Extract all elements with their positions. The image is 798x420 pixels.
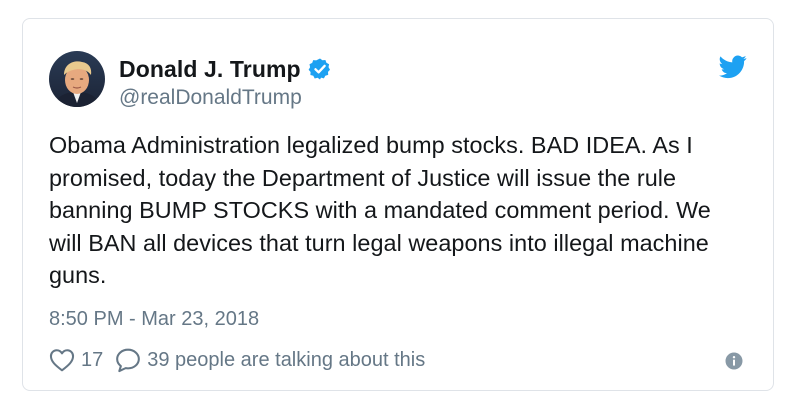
- heart-icon: [49, 349, 75, 372]
- tweet-card[interactable]: Donald J. Trump @realDonaldTrump Obama A…: [22, 18, 774, 391]
- conversation-link[interactable]: 39 people are talking about this: [115, 347, 425, 373]
- tweet-timestamp[interactable]: 8:50 PM - Mar 23, 2018: [49, 308, 259, 331]
- talking-about-text: 39 people are talking about this: [147, 348, 426, 371]
- tweet-actions: 17 39 people are talking about this: [49, 345, 425, 375]
- info-icon[interactable]: [725, 352, 743, 370]
- twitter-bird-icon[interactable]: [719, 55, 747, 79]
- author-display-name[interactable]: Donald J. Trump: [119, 56, 301, 83]
- verified-badge-icon: [308, 57, 332, 81]
- like-button[interactable]: 17: [49, 348, 103, 372]
- tweet-text: Obama Administration legalized bump stoc…: [49, 132, 711, 289]
- author-name-row[interactable]: Donald J. Trump: [119, 55, 332, 83]
- author-handle[interactable]: @realDonaldTrump: [119, 86, 302, 110]
- avatar-image: [49, 51, 105, 107]
- like-count: 17: [81, 348, 104, 371]
- avatar[interactable]: [49, 51, 105, 107]
- speech-bubble-icon: [116, 348, 141, 373]
